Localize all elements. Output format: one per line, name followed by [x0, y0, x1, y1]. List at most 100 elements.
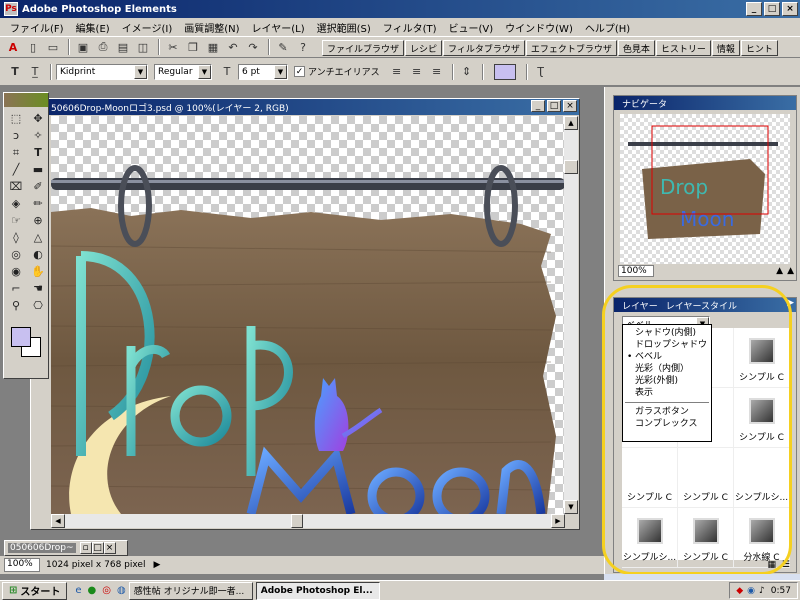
palette-tab-swatches[interactable]: 色見本 [617, 40, 655, 56]
start-button[interactable]: ⊞ スタート [2, 581, 68, 600]
pencil-tool-icon[interactable]: ✏ [28, 195, 48, 212]
doc-close-button[interactable]: × [563, 100, 577, 112]
scroll-down-icon[interactable]: ▼ [564, 500, 578, 514]
navigator-preview[interactable]: Drop Moon [620, 114, 790, 264]
category-outer-glow[interactable]: 光彩(外側) [623, 375, 711, 387]
zoom-tool-icon[interactable]: ⚲ [6, 297, 26, 314]
palette-tab-effects-browser[interactable]: エフェクトブラウザ [525, 40, 617, 56]
maximize-button[interactable]: □ [764, 2, 780, 16]
eraser-tool-icon[interactable]: ⌧ [6, 178, 26, 195]
type-tool-icon[interactable]: T [28, 144, 48, 161]
tab-layers[interactable]: レイヤー [618, 298, 662, 312]
scroll-left-icon[interactable]: ◀ [51, 514, 65, 528]
help-icon[interactable]: ? [294, 38, 312, 56]
volume-icon[interactable]: ♪ [759, 586, 765, 596]
menu-image[interactable]: イメージ(I) [116, 20, 179, 35]
style-item[interactable]: シンプル C [622, 448, 678, 508]
scroll-thumb[interactable] [291, 514, 303, 528]
eyedropper-icon[interactable]: ⌐ [6, 280, 26, 297]
style-item[interactable]: シンプルシ... [734, 448, 790, 508]
zoom-in-icon[interactable]: ▲ [787, 266, 794, 276]
save-for-web-icon[interactable]: ◫ [134, 38, 152, 56]
style-item[interactable]: シンプル C [734, 388, 790, 448]
quicklaunch-globe-icon[interactable]: ◍ [117, 585, 126, 596]
adobe-logo-icon[interactable]: A [4, 38, 22, 56]
palette-tab-recipes[interactable]: レシピ [405, 40, 443, 56]
category-glass-buttons[interactable]: ガラスボタン [623, 406, 711, 418]
doc-maximize-button[interactable]: □ [547, 100, 561, 112]
paste-icon[interactable]: ▦ [204, 38, 222, 56]
marquee-tool-icon[interactable]: ⬚ [6, 110, 26, 127]
horizontal-type-icon[interactable]: T [6, 63, 24, 81]
gradient-tool-icon[interactable]: ▬ [28, 161, 48, 178]
image-canvas[interactable] [51, 116, 565, 514]
zoom-out-icon[interactable]: ▲ [776, 266, 783, 276]
palette-tab-info[interactable]: 情報 [711, 40, 740, 56]
foreground-color-swatch[interactable] [11, 327, 31, 347]
palette-tab-filter-browser[interactable]: フィルタブラウザ [443, 40, 525, 56]
maximize-button[interactable]: □ [91, 542, 104, 554]
new-file-icon[interactable]: ▯ [24, 38, 42, 56]
minimize-button[interactable]: _ [746, 2, 762, 16]
menu-filter[interactable]: フィルタ(T) [377, 20, 443, 35]
cut-icon[interactable]: ✂ [164, 38, 182, 56]
leading-icon[interactable]: ⇕ [458, 63, 476, 81]
restore-button[interactable]: ▫ [79, 542, 92, 554]
menu-select[interactable]: 選択範囲(S) [311, 20, 377, 35]
menu-layer[interactable]: レイヤー(L) [246, 20, 311, 35]
zoom-field[interactable]: 100% [4, 558, 40, 572]
print-preview-icon[interactable]: ▤ [114, 38, 132, 56]
lasso-tool-icon[interactable]: ↄ [6, 127, 26, 144]
menu-view[interactable]: ビュー(V) [443, 20, 500, 35]
category-inner-shadow[interactable]: シャドウ(内側) [623, 327, 711, 339]
align-right-icon[interactable]: ≡ [428, 63, 446, 81]
antialias-checkbox[interactable]: ✓ [294, 66, 305, 77]
sponge-tool-icon[interactable]: ◎ [6, 246, 26, 263]
warp-text-icon[interactable]: Ʈ [532, 63, 550, 81]
doc-minimize-button[interactable]: _ [531, 100, 545, 112]
align-left-icon[interactable]: ≡ [388, 63, 406, 81]
menu-window[interactable]: ウインドウ(W) [499, 20, 579, 35]
quicklaunch-app-icon[interactable]: ◎ [102, 585, 111, 596]
panel-grid-icon[interactable]: ▦ [767, 560, 776, 570]
navigator-tab[interactable]: ナビゲータ [618, 96, 671, 110]
menu-enhance[interactable]: 画質調整(N) [178, 20, 245, 35]
palette-tab-file-browser[interactable]: ファイルブラウザ [322, 40, 405, 56]
font-style-select[interactable]: Regular ▼ [154, 63, 212, 80]
menu-file[interactable]: ファイル(F) [4, 20, 70, 35]
font-family-select[interactable]: Kidprint ▼ [56, 63, 148, 80]
red-eye-tool-icon[interactable]: ◉ [6, 263, 26, 280]
font-size-select[interactable]: 6 pt ▼ [238, 63, 288, 80]
stamp-tool-icon[interactable]: ⊕ [28, 212, 48, 229]
undo-icon[interactable]: ↶ [224, 38, 242, 56]
dodge-tool-icon[interactable]: ◐ [28, 246, 48, 263]
burn-tool-icon[interactable]: ✋ [28, 263, 48, 280]
text-color-swatch[interactable] [493, 63, 516, 80]
copy-icon[interactable]: ❐ [184, 38, 202, 56]
scroll-up-icon[interactable]: ▲ [564, 116, 578, 130]
menu-edit[interactable]: 編集(E) [70, 20, 116, 35]
blur-tool-icon[interactable]: ◊ [6, 229, 26, 246]
minimized-document[interactable]: 050606Drop~ ▫ □ × [4, 540, 128, 556]
print-icon[interactable]: ⎙ [94, 38, 112, 56]
palette-tab-history[interactable]: ヒストリー [655, 40, 711, 56]
close-button[interactable]: × [103, 542, 116, 554]
style-item[interactable]: シンプルシ... [622, 508, 678, 568]
category-complex[interactable]: コンプレックス [623, 418, 711, 430]
style-item[interactable]: 分水線 C [734, 508, 790, 568]
vertical-type-icon[interactable]: T̲ [26, 63, 44, 81]
tray-icon[interactable]: ◆ [736, 586, 743, 596]
redo-icon[interactable]: ↷ [244, 38, 262, 56]
crop-tool-icon[interactable]: ⌗ [6, 144, 26, 161]
sharpen-tool-icon[interactable]: △ [28, 229, 48, 246]
taskbar-item[interactable]: 感性帖 オリジナル即一者... [128, 581, 253, 600]
category-inner-glow[interactable]: 光彩（内側） [623, 363, 711, 375]
chevron-down-icon[interactable]: ▼ [274, 64, 287, 79]
menu-help[interactable]: ヘルプ(H) [579, 20, 636, 35]
move-tool-icon[interactable]: ✥ [28, 110, 48, 127]
save-icon[interactable]: ▣ [74, 38, 92, 56]
chevron-down-icon[interactable]: ▼ [198, 64, 211, 79]
quicklaunch-media-icon[interactable]: ● [88, 585, 97, 596]
status-arrow-icon[interactable]: ▶ [153, 560, 160, 570]
category-drop-shadow[interactable]: ドロップシャドウ [623, 339, 711, 351]
